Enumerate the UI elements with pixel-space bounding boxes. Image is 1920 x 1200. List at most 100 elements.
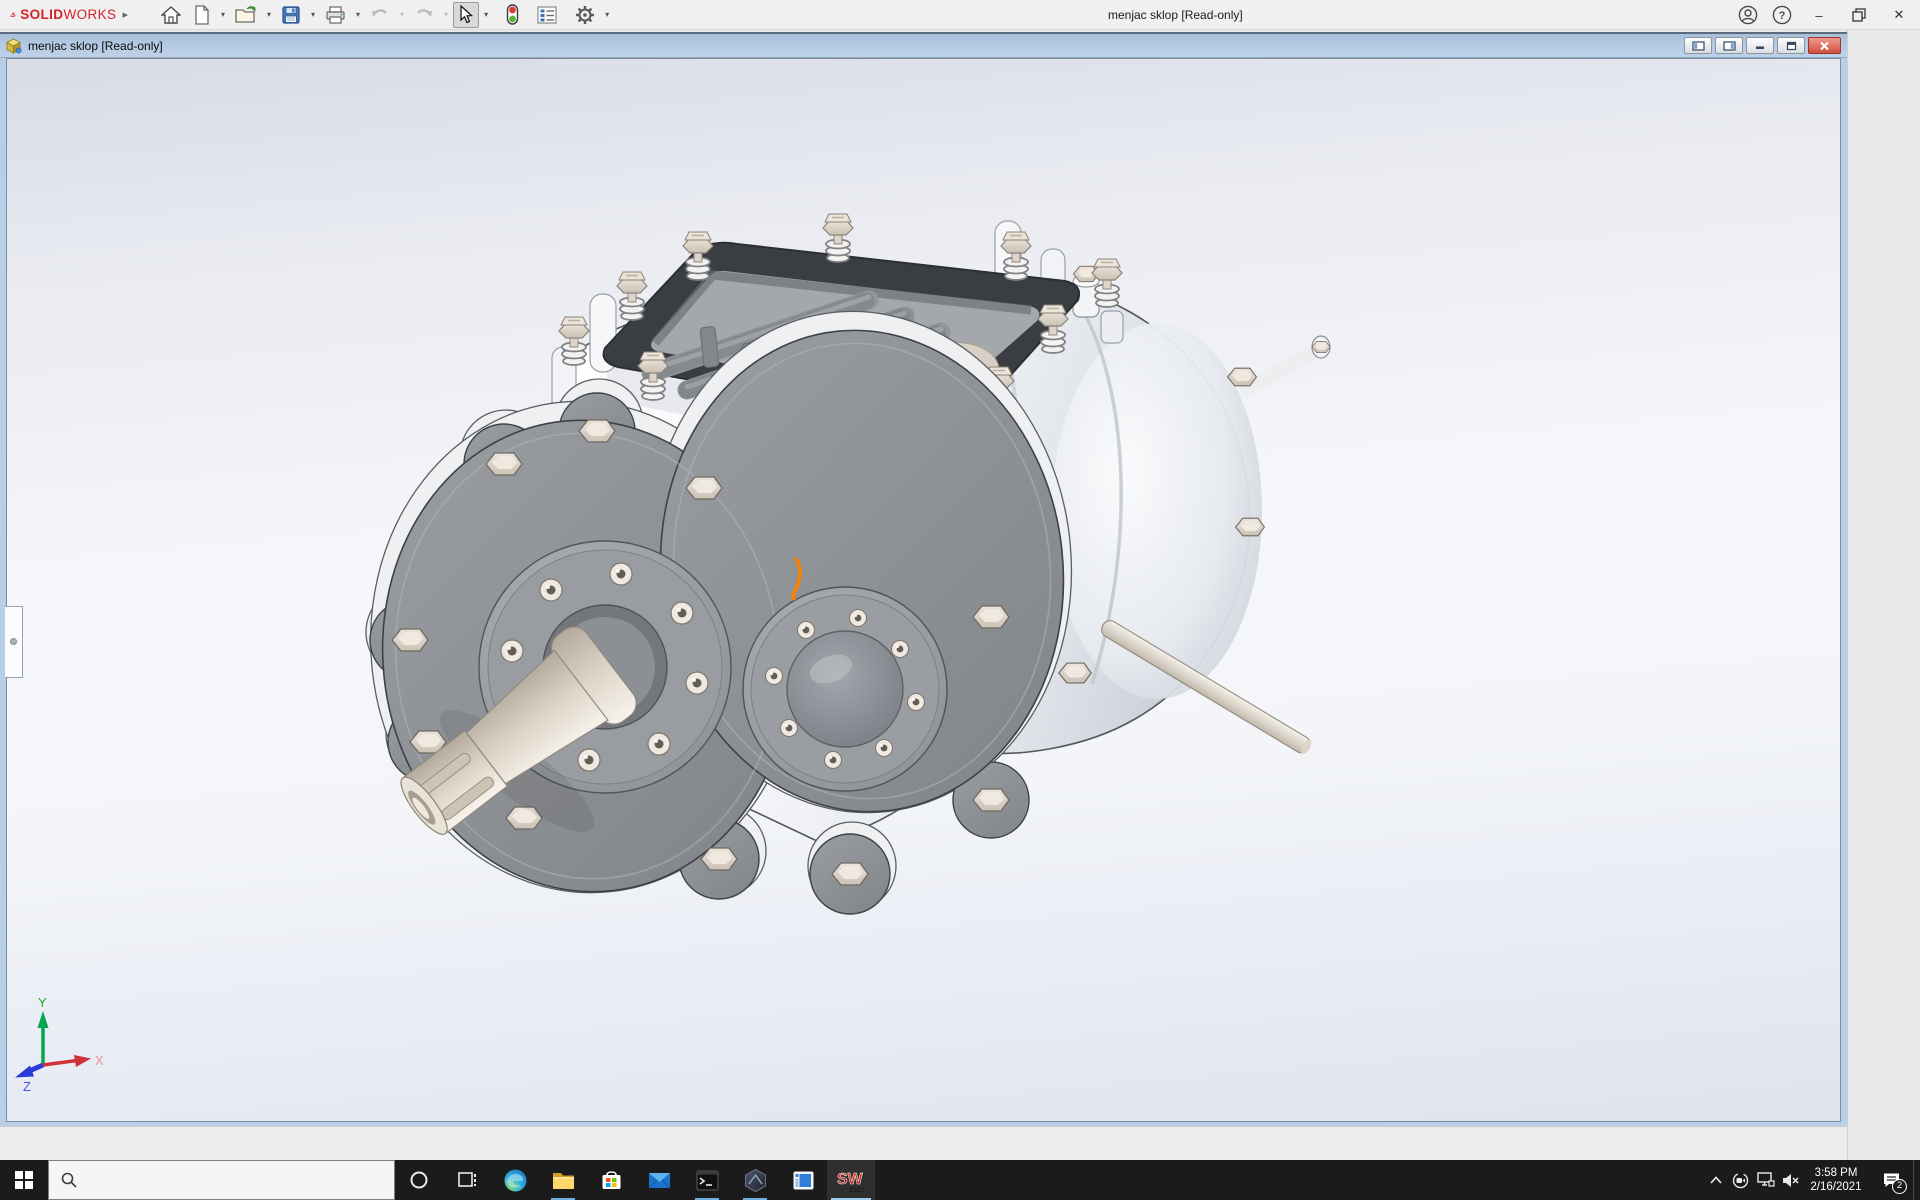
component-properties-icon [537, 5, 557, 24]
meet-now-icon[interactable] [1728, 1160, 1753, 1200]
undo-button[interactable] [365, 2, 395, 28]
3d-model-canvas[interactable]: Y X Z [7, 59, 1840, 1121]
document-titlebar[interactable]: menjac sklop [Read-only] [0, 34, 1847, 58]
edge-icon [504, 1169, 526, 1191]
tray-date: 2/16/2021 [1810, 1181, 1862, 1193]
volume-muted-icon[interactable] [1778, 1160, 1803, 1200]
notification-count-badge: 2 [1892, 1179, 1907, 1194]
search-icon [61, 1172, 77, 1188]
taskbar-app-hexagon[interactable] [731, 1160, 779, 1200]
doc-close-button[interactable] [1808, 37, 1841, 54]
store-icon [602, 1170, 620, 1189]
open-dropdown-arrow[interactable]: ▾ [264, 10, 274, 19]
start-button[interactable] [0, 1160, 48, 1200]
windows-taskbar: SW 2021 3:58 PM 2/16/2021 2 [0, 1160, 1920, 1200]
options-dropdown-arrow[interactable]: ▾ [602, 10, 612, 19]
tile-vertical-button[interactable] [1684, 37, 1712, 54]
tile-horizontal-button[interactable] [1715, 37, 1743, 54]
component-properties-button[interactable] [532, 2, 562, 28]
doc-close-icon [1820, 41, 1829, 50]
taskbar-app-terminal[interactable] [683, 1160, 731, 1200]
undo-dropdown-arrow[interactable]: ▾ [397, 10, 407, 19]
print-dropdown-arrow[interactable]: ▾ [353, 10, 363, 19]
windows-logo-icon [15, 1171, 33, 1189]
select-tool-button[interactable] [453, 1, 480, 28]
minimize-button[interactable]: – [1806, 8, 1832, 23]
taskbar-app-file-explorer[interactable] [539, 1160, 587, 1200]
graphics-area[interactable]: Y X Z [6, 58, 1841, 1122]
save-icon [282, 5, 300, 24]
terminal-icon [696, 1170, 718, 1190]
svg-text:SW: SW [837, 1171, 864, 1188]
taskbar-app-edge[interactable] [491, 1160, 539, 1200]
titlebar-right-controls: ? – ✕ [1738, 0, 1912, 30]
windows-app-icon [793, 1171, 813, 1189]
app-titlebar: SOLIDWORKS ▸ ▾ ▾ ▾ ▾ ▾ ▾ ▾ ▾ menjac sklo… [0, 0, 1920, 30]
tile-vertical-icon [1691, 40, 1705, 51]
task-view-icon [458, 1172, 476, 1187]
task-pane-strip [1847, 30, 1920, 1160]
file-explorer-icon [552, 1172, 574, 1189]
help-icon[interactable]: ? [1772, 5, 1792, 25]
gear-icon [576, 5, 595, 24]
app-title: menjac sklop [Read-only] [1108, 8, 1243, 22]
rebuild-button[interactable] [501, 2, 524, 28]
options-button[interactable] [570, 2, 600, 28]
cortana-button[interactable] [395, 1160, 443, 1200]
document-window-controls [1684, 37, 1841, 54]
task-view-button[interactable] [443, 1160, 491, 1200]
new-dropdown-arrow[interactable]: ▾ [218, 10, 228, 19]
open-button[interactable] [230, 2, 262, 28]
taskbar-app-windows-app[interactable] [779, 1160, 827, 1200]
save-dropdown-arrow[interactable]: ▾ [308, 10, 318, 19]
solidworks-app-icon: SW 2021 [837, 1170, 865, 1193]
user-account-icon[interactable] [1738, 5, 1758, 25]
panel-expand-handle[interactable] [10, 638, 17, 645]
redo-button[interactable] [409, 2, 439, 28]
home-button[interactable] [156, 2, 186, 28]
show-desktop-button[interactable] [1913, 1160, 1920, 1200]
logo-flyout-arrow-icon[interactable]: ▸ [122, 8, 128, 21]
cover-bearing-boss[interactable] [742, 586, 948, 792]
open-icon [235, 5, 256, 23]
print-button[interactable] [320, 2, 351, 28]
document-title: menjac sklop [Read-only] [28, 38, 163, 53]
taskbar-app-store[interactable] [587, 1160, 635, 1200]
redo-dropdown-arrow[interactable]: ▾ [441, 10, 451, 19]
axis-y-label: Y [38, 995, 47, 1010]
document-window: menjac sklop [Read-only] Y X Z [0, 32, 1847, 1139]
taskbar-app-solidworks[interactable]: SW 2021 [827, 1160, 875, 1200]
svg-text:?: ? [1779, 10, 1786, 22]
undo-icon [372, 8, 388, 17]
select-dropdown-arrow[interactable]: ▾ [481, 10, 491, 19]
feature-manager-collapsed-tab[interactable] [5, 606, 23, 678]
solidworks-logo: SOLIDWORKS ▸ [0, 4, 128, 26]
print-icon [326, 5, 345, 24]
taskbar-search[interactable] [48, 1160, 395, 1200]
doc-minimize-button[interactable] [1746, 37, 1774, 54]
new-document-button[interactable] [188, 2, 216, 28]
tray-chevron-up-icon[interactable] [1703, 1160, 1728, 1200]
solidworks-logo-icon [10, 11, 16, 17]
save-button[interactable] [276, 2, 306, 28]
hexagon-app-icon [744, 1168, 766, 1192]
taskbar-app-mail[interactable] [635, 1160, 683, 1200]
doc-restore-button[interactable] [1777, 37, 1805, 54]
status-bar [0, 1126, 1847, 1160]
axis-z-label: Z [23, 1079, 31, 1094]
search-input[interactable] [87, 1172, 367, 1188]
axis-x-label: X [95, 1053, 104, 1068]
select-cursor-icon [460, 5, 474, 24]
redo-icon [417, 8, 433, 17]
system-tray: 3:58 PM 2/16/2021 2 [1703, 1160, 1920, 1200]
maximize-restore-button[interactable] [1846, 8, 1872, 22]
action-center-button[interactable]: 2 [1869, 1160, 1913, 1200]
taskbar-clock[interactable]: 3:58 PM 2/16/2021 [1803, 1166, 1869, 1194]
brand-text: SOLIDWORKS [20, 7, 117, 22]
close-button[interactable]: ✕ [1886, 7, 1912, 23]
cortana-icon [410, 1171, 428, 1189]
rebuild-stoplight-icon [506, 4, 519, 25]
doc-restore-icon [1786, 41, 1796, 50]
tray-time: 3:58 PM [1814, 1167, 1858, 1179]
network-icon[interactable] [1753, 1160, 1778, 1200]
